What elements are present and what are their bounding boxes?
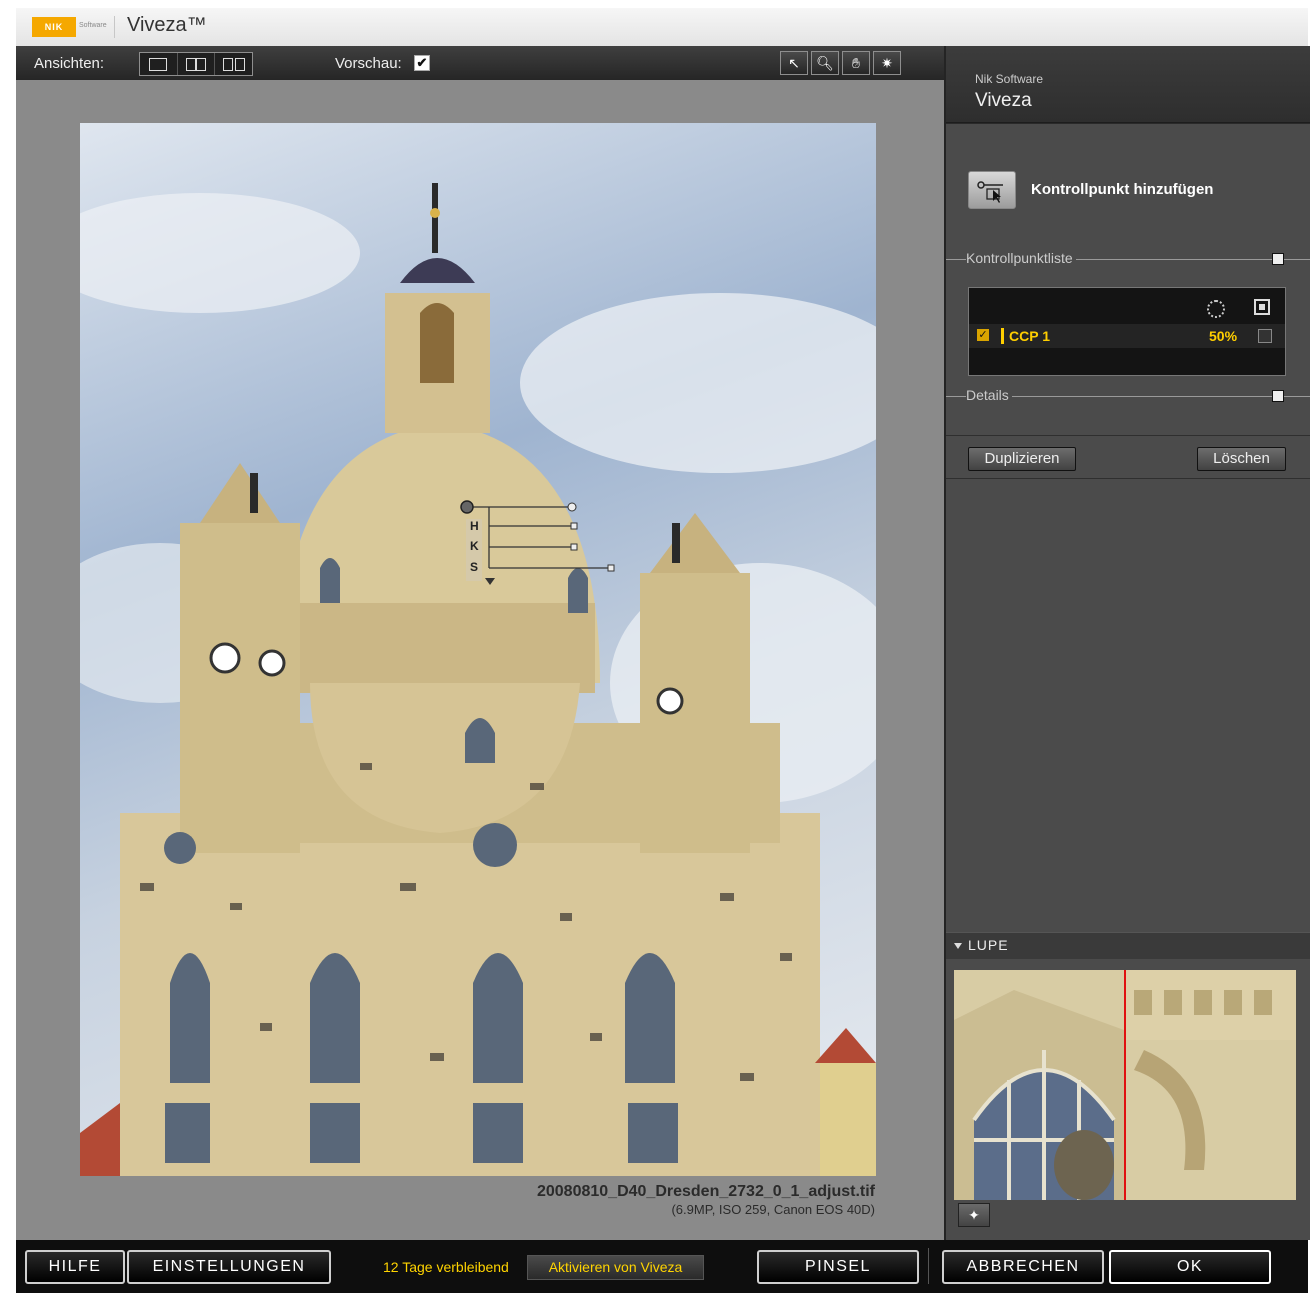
control-point-icon[interactable]: ✷ <box>873 51 901 75</box>
views-label: Ansichten: <box>34 55 105 72</box>
title-bar: NIK Software Viveza™ <box>16 8 1308 47</box>
view-side-by-side-button[interactable] <box>215 53 252 75</box>
ok-button[interactable]: OK <box>1109 1250 1271 1284</box>
view-single-button[interactable] <box>140 53 178 75</box>
details-label: Details <box>966 387 1012 403</box>
actions-divider <box>946 435 1310 436</box>
cp-list-label: Kontrollpunktliste <box>966 250 1076 266</box>
nik-logo-subtext: Software <box>79 22 107 29</box>
brush-button[interactable]: PINSEL <box>757 1250 919 1284</box>
hand-icon[interactable]: ✋︎ <box>842 51 870 75</box>
nik-software-logo: NIK Software <box>32 17 110 37</box>
details-expand-icon[interactable] <box>1272 390 1284 402</box>
cp-name[interactable]: CCP 1 <box>1009 328 1050 344</box>
preview-area: Ansichten: Vorschau: ✔ ↖ 🔍︎ ✋︎ ✷ H K S 2… <box>16 46 944 1240</box>
delete-button[interactable]: Löschen <box>1197 447 1286 471</box>
header-divider <box>946 123 1310 124</box>
image-filename: 20080810_D40_Dresden_2732_0_1_adjust.tif <box>536 1183 875 1200</box>
control-panel: Nik Software Viveza Kontrollpunkt hinzuf… <box>944 46 1310 1240</box>
cp-opacity[interactable]: 50% <box>1209 328 1237 344</box>
preview-label: Vorschau: <box>335 55 402 72</box>
cp-slider-letter-h[interactable]: H <box>470 519 479 533</box>
tool-group: ↖ 🔍︎ ✋︎ ✷ <box>780 51 901 75</box>
loupe-collapse-icon <box>954 943 962 949</box>
cp-list-collapse-icon[interactable] <box>1272 253 1284 265</box>
cp-enable-checkbox[interactable]: ✓ <box>977 329 989 341</box>
cp-color-bar <box>1001 328 1004 344</box>
frauenkirche-illustration <box>80 183 876 1176</box>
side-by-side-icon <box>222 57 245 71</box>
add-control-point-button[interactable] <box>968 171 1016 209</box>
loupe-header[interactable]: LUPE <box>946 932 1310 959</box>
loupe-label: LUPE <box>968 937 1009 953</box>
mask-icon <box>1254 299 1270 315</box>
trial-remaining-text: 12 Tage verbleibend <box>383 1259 509 1275</box>
bottom-separator <box>928 1248 929 1284</box>
cp-mask-toggle[interactable] <box>1258 329 1272 343</box>
title-separator <box>114 16 115 38</box>
preview-image[interactable]: H K S <box>80 123 876 1176</box>
help-button[interactable]: HILFE <box>25 1250 125 1284</box>
view-mode-group <box>139 52 253 76</box>
actions-bottom-divider <box>946 478 1310 479</box>
bottom-bar: HILFE EINSTELLUNGEN 12 Tage verbleibend … <box>16 1240 1308 1293</box>
pointer-icon[interactable]: ↖ <box>780 51 808 75</box>
loupe-detail-illustration <box>954 970 1296 1200</box>
add-control-point-icon <box>977 181 1003 203</box>
image-info: (6.9MP, ISO 259, Canon EOS 40D) <box>671 1202 875 1217</box>
panel-product-title: Viveza <box>975 90 1032 111</box>
panel-header: Nik Software Viveza <box>946 46 1310 123</box>
cancel-button[interactable]: ABBRECHEN <box>942 1250 1104 1284</box>
control-point-row[interactable]: ✓ CCP 1 50% <box>969 324 1285 348</box>
preview-toolbar: Ansichten: Vorschau: ✔ ↖ 🔍︎ ✋︎ ✷ <box>16 46 944 80</box>
add-control-point-label[interactable]: Kontrollpunkt hinzufügen <box>1031 181 1213 198</box>
settings-button[interactable]: EINSTELLUNGEN <box>127 1250 331 1284</box>
selection-circle-icon <box>1207 300 1225 318</box>
app-title: Viveza™ <box>127 14 207 36</box>
loupe-image <box>954 970 1296 1200</box>
pin-icon: ✦ <box>968 1207 980 1223</box>
view-split-button[interactable] <box>178 53 216 75</box>
zoom-icon[interactable]: 🔍︎ <box>811 51 839 75</box>
cp-slider-letter-s[interactable]: S <box>470 560 478 574</box>
panel-brand: Nik Software <box>975 72 1044 86</box>
split-view-icon <box>186 57 206 71</box>
activate-button[interactable]: Aktivieren von Viveza <box>527 1255 704 1280</box>
control-point-list: ✓ CCP 1 50% <box>968 287 1286 376</box>
single-view-icon <box>149 57 168 71</box>
cp-slider-letter-k[interactable]: K <box>470 539 479 553</box>
preview-checkbox[interactable]: ✔ <box>414 55 430 71</box>
loupe-pin-button[interactable]: ✦ <box>958 1203 990 1227</box>
duplicate-button[interactable]: Duplizieren <box>968 447 1076 471</box>
nik-logo-mark: NIK <box>32 17 76 37</box>
